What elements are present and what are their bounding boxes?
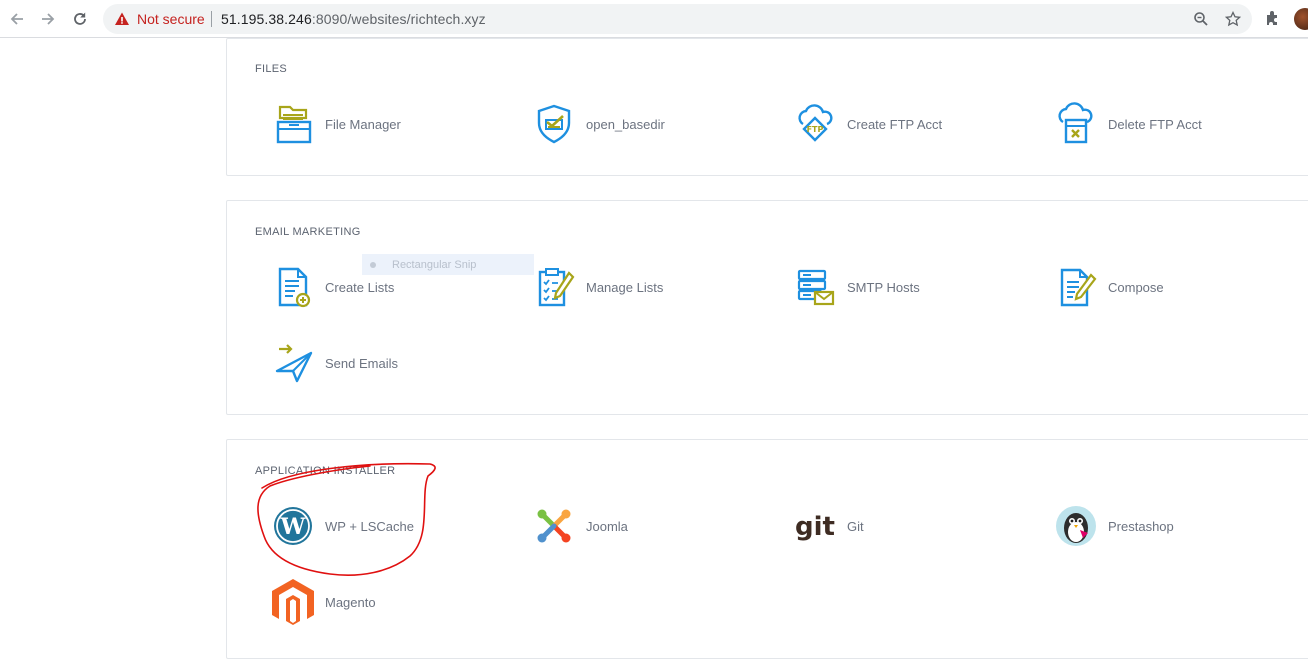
omnibox-separator bbox=[211, 11, 212, 27]
send-emails-label: Send Emails bbox=[325, 355, 398, 371]
joomla-icon bbox=[530, 502, 578, 550]
url-path: :8090/websites/richtech.xyz bbox=[311, 11, 486, 27]
wordpress-item[interactable]: W WP + LSCache bbox=[269, 501, 414, 551]
magento-item[interactable]: Magento bbox=[269, 577, 376, 627]
compose-item[interactable]: Compose bbox=[1052, 262, 1164, 312]
address-bar[interactable]: Not secure 51.195.38.246:8090/websites/r… bbox=[103, 4, 1252, 34]
shield-check-icon bbox=[530, 100, 578, 148]
url-text[interactable]: 51.195.38.246:8090/websites/richtech.xyz bbox=[221, 11, 486, 27]
open-basedir-label: open_basedir bbox=[586, 116, 665, 132]
file-manager-icon bbox=[269, 100, 317, 148]
svg-text:W: W bbox=[280, 514, 306, 540]
git-icon: git bbox=[791, 502, 839, 550]
prestashop-label: Prestashop bbox=[1108, 518, 1174, 534]
files-panel: FILES File Manager open_basedir FTP Crea… bbox=[226, 38, 1308, 176]
snip-dot-icon bbox=[370, 261, 376, 268]
send-emails-item[interactable]: Send Emails bbox=[269, 338, 398, 388]
rectangular-snip-tooltip: Rectangular Snip bbox=[362, 254, 534, 275]
create-ftp-label: Create FTP Acct bbox=[847, 116, 943, 132]
browser-toolbar: Not secure 51.195.38.246:8090/websites/r… bbox=[0, 0, 1308, 38]
url-host: 51.195.38.246 bbox=[221, 11, 312, 27]
delete-ftp-item[interactable]: Delete FTP Acct bbox=[1052, 99, 1202, 149]
delete-ftp-label: Delete FTP Acct bbox=[1108, 116, 1202, 132]
create-ftp-item[interactable]: FTP Create FTP Acct bbox=[791, 99, 942, 149]
smtp-server-icon bbox=[791, 263, 839, 311]
bookmark-button[interactable] bbox=[1224, 10, 1242, 28]
forward-arrow-icon bbox=[42, 13, 55, 25]
smtp-hosts-label: SMTP Hosts bbox=[847, 279, 920, 295]
back-arrow-icon bbox=[10, 13, 23, 25]
prestashop-icon bbox=[1052, 502, 1100, 550]
compose-icon bbox=[1052, 263, 1100, 311]
zoom-magnifier-icon bbox=[1194, 12, 1208, 26]
compose-label: Compose bbox=[1108, 279, 1164, 295]
warning-icon bbox=[115, 12, 129, 25]
wordpress-icon: W bbox=[269, 502, 317, 550]
star-icon bbox=[1225, 11, 1241, 27]
git-item[interactable]: git Git bbox=[791, 501, 864, 551]
manage-list-icon bbox=[530, 263, 578, 311]
snip-label: Rectangular Snip bbox=[392, 258, 477, 271]
email-marketing-panel: EMAIL MARKETING Create Lists Manage List… bbox=[226, 200, 1308, 415]
file-manager-label: File Manager bbox=[325, 116, 401, 132]
ftp-delete-icon bbox=[1052, 100, 1100, 148]
forward-button[interactable] bbox=[37, 8, 59, 30]
smtp-hosts-item[interactable]: SMTP Hosts bbox=[791, 262, 920, 312]
create-list-icon bbox=[269, 263, 317, 311]
email-marketing-section-title: EMAIL MARKETING bbox=[255, 226, 361, 238]
git-logo-text: git bbox=[795, 512, 835, 542]
joomla-item[interactable]: Joomla bbox=[530, 501, 628, 551]
manage-lists-label: Manage Lists bbox=[586, 279, 664, 295]
git-label: Git bbox=[847, 518, 864, 534]
create-lists-label: Create Lists bbox=[325, 279, 395, 295]
file-manager-item[interactable]: File Manager bbox=[269, 99, 401, 149]
extensions-icon[interactable] bbox=[1264, 9, 1282, 27]
joomla-label: Joomla bbox=[586, 518, 628, 534]
open-basedir-item[interactable]: open_basedir bbox=[530, 99, 665, 149]
wordpress-label: WP + LSCache bbox=[325, 518, 415, 534]
application-installer-panel: APPLICATION INSTALLER W WP + LSCache Joo… bbox=[226, 439, 1308, 659]
files-section-title: FILES bbox=[255, 63, 288, 75]
reload-button[interactable] bbox=[69, 8, 91, 30]
magento-icon bbox=[269, 578, 317, 626]
zoom-button[interactable] bbox=[1192, 10, 1210, 28]
manage-lists-item[interactable]: Manage Lists bbox=[530, 262, 663, 312]
magento-label: Magento bbox=[325, 594, 376, 610]
prestashop-item[interactable]: Prestashop bbox=[1052, 501, 1174, 551]
ftp-cloud-icon: FTP bbox=[791, 100, 839, 148]
reload-icon bbox=[74, 12, 86, 25]
svg-text:FTP: FTP bbox=[807, 125, 824, 134]
application-installer-section-title: APPLICATION INSTALLER bbox=[255, 465, 396, 477]
profile-avatar[interactable] bbox=[1294, 8, 1308, 30]
security-status[interactable]: Not secure bbox=[137, 11, 205, 27]
paper-plane-icon bbox=[269, 339, 317, 387]
back-button[interactable] bbox=[6, 8, 28, 30]
